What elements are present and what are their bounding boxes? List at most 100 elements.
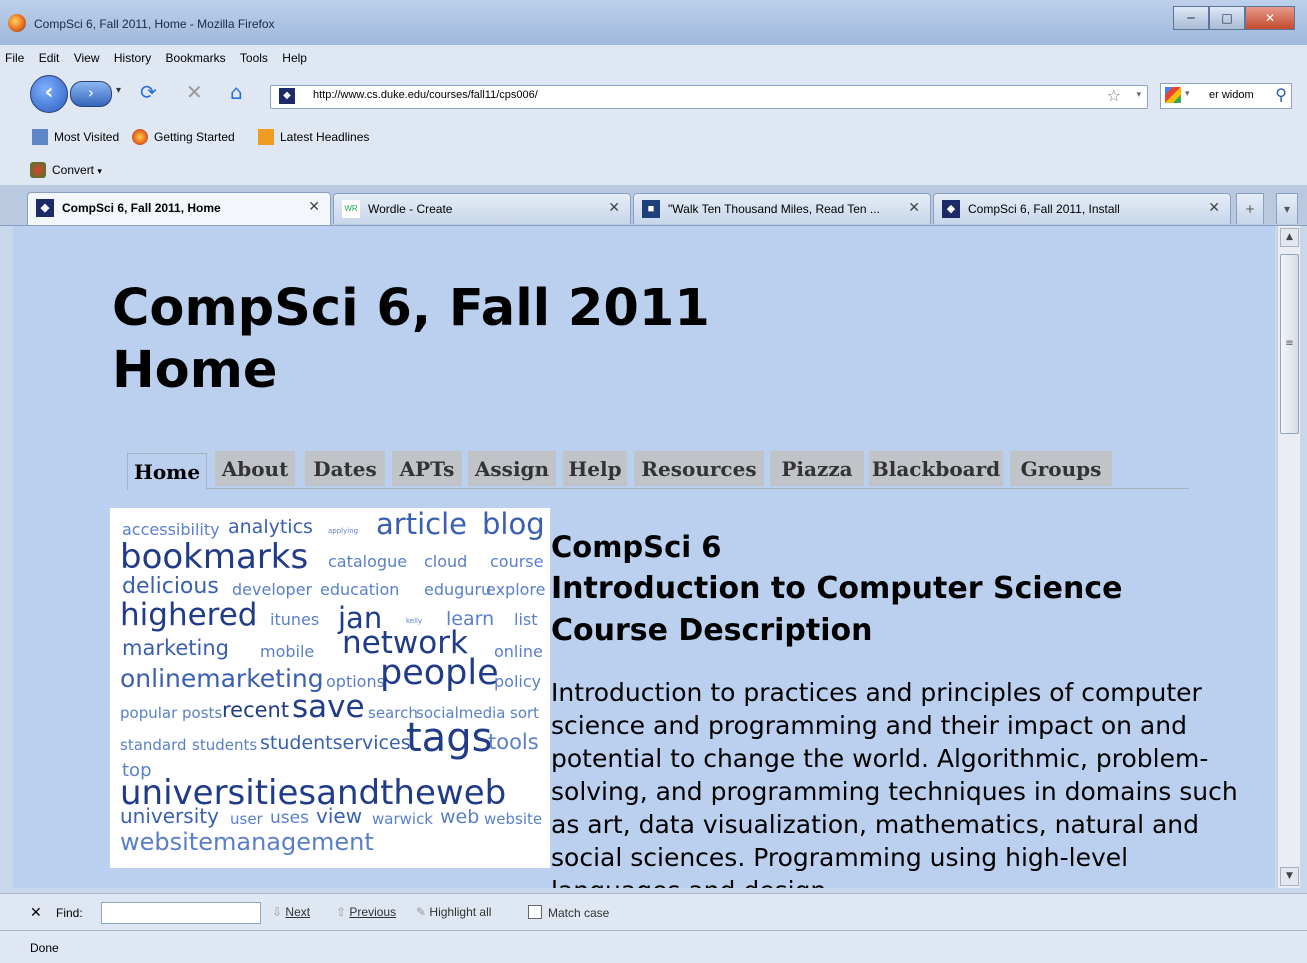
down-arrow-icon: ⇩ bbox=[272, 905, 283, 919]
menu-bar: File Edit View History Bookmarks Tools H… bbox=[0, 45, 1307, 71]
history-dropdown-icon[interactable]: ▾ bbox=[116, 85, 121, 96]
forward-button[interactable]: › bbox=[70, 81, 112, 107]
url-text[interactable]: http://www.cs.duke.edu/courses/fall11/cp… bbox=[313, 89, 538, 101]
wordle-word: applying bbox=[328, 527, 359, 535]
back-button[interactable]: ‹ bbox=[30, 75, 68, 113]
wordle-word: options bbox=[326, 672, 385, 691]
menu-view[interactable]: View bbox=[74, 51, 100, 65]
menu-help[interactable]: Help bbox=[282, 51, 307, 65]
tab-label: CompSci 6, Fall 2011, Install bbox=[968, 202, 1120, 216]
wordle-word: developer bbox=[232, 580, 313, 599]
close-find-icon[interactable]: ✕ bbox=[30, 904, 42, 921]
site-nav-tabs: Home About Dates APTs Assign Help Resour… bbox=[127, 451, 1189, 490]
nav-tab-dates[interactable]: Dates bbox=[305, 451, 385, 486]
nav-tab-groups[interactable]: Groups bbox=[1010, 451, 1112, 486]
back-forward-group: ‹ › ▾ bbox=[30, 75, 126, 113]
rss-feed-icon bbox=[258, 129, 274, 145]
scroll-thumb[interactable]: ≡ bbox=[1280, 254, 1299, 434]
bookmark-label: Most Visited bbox=[54, 130, 120, 144]
scroll-up-icon[interactable]: ▲ bbox=[1280, 228, 1299, 247]
minimize-button[interactable]: ─ bbox=[1173, 6, 1209, 30]
search-input[interactable]: er widom bbox=[1209, 89, 1254, 101]
find-next-button[interactable]: ⇩ Next bbox=[272, 905, 310, 919]
wordle-word: list bbox=[514, 610, 538, 629]
nav-tab-piazza[interactable]: Piazza bbox=[770, 451, 864, 486]
heading-line1: CompSci 6 bbox=[551, 530, 722, 564]
tab-compsci-home[interactable]: ◆ CompSci 6, Fall 2011, Home ✕ bbox=[27, 192, 331, 225]
bookmark-star-icon[interactable]: ☆ bbox=[1107, 86, 1121, 105]
menu-edit[interactable]: Edit bbox=[39, 51, 60, 65]
menu-tools[interactable]: Tools bbox=[240, 51, 268, 65]
wordle-word: tags bbox=[406, 715, 493, 761]
title-bar: CompSci 6, Fall 2011, Home - Mozilla Fir… bbox=[0, 0, 1307, 45]
menu-history[interactable]: History bbox=[114, 51, 151, 65]
convert-label: Convert bbox=[52, 163, 95, 177]
address-bar[interactable]: ◆ http://www.cs.duke.edu/courses/fall11/… bbox=[270, 85, 1148, 109]
reload-icon[interactable]: ⟳ bbox=[140, 82, 157, 102]
nav-tab-resources[interactable]: Resources bbox=[634, 451, 764, 486]
wordle-word: studentservices bbox=[260, 732, 411, 754]
wordle-word: analytics bbox=[228, 516, 313, 538]
bookmark-most-visited[interactable]: Most Visited bbox=[32, 129, 119, 145]
wordle-word: online bbox=[494, 642, 543, 661]
duke-favicon-icon: ◆ bbox=[36, 199, 54, 217]
wordle-word: web bbox=[440, 806, 480, 828]
convert-toolbar: Convert ▾ bbox=[0, 153, 1307, 185]
wordle-word: website bbox=[484, 810, 543, 828]
wordle-word: students bbox=[192, 736, 258, 754]
window-controls: ─ □ ✕ bbox=[1173, 6, 1295, 30]
scroll-down-icon[interactable]: ▼ bbox=[1280, 867, 1299, 886]
wordle-word: university bbox=[120, 804, 219, 828]
close-tab-icon[interactable]: ✕ bbox=[308, 198, 320, 215]
new-tab-button[interactable]: + bbox=[1236, 193, 1264, 224]
search-icon[interactable]: ⚲ bbox=[1275, 85, 1287, 104]
find-label: Find: bbox=[56, 906, 83, 920]
wordle-word: view bbox=[316, 804, 363, 828]
close-tab-icon[interactable]: ✕ bbox=[908, 199, 920, 216]
find-input[interactable] bbox=[101, 902, 261, 924]
match-case-checkbox[interactable]: Match case bbox=[528, 905, 609, 920]
bookmark-latest-headlines[interactable]: Latest Headlines bbox=[258, 129, 369, 145]
nav-tab-help[interactable]: Help bbox=[563, 451, 627, 486]
wordle-word: mobile bbox=[260, 642, 315, 661]
stop-icon[interactable]: ✕ bbox=[186, 82, 203, 102]
wordle-word: article bbox=[376, 508, 467, 541]
firefox-icon bbox=[132, 129, 148, 145]
engine-dropdown-icon[interactable]: ▾ bbox=[1185, 89, 1190, 99]
tab-list-dropdown-icon[interactable]: ▾ bbox=[1276, 193, 1298, 224]
tab-compsci-install[interactable]: ◆ CompSci 6, Fall 2011, Install ✕ bbox=[933, 193, 1231, 224]
google-engine-icon[interactable] bbox=[1165, 87, 1181, 103]
tab-strip: ◆ CompSci 6, Fall 2011, Home ✕ WR Wordle… bbox=[0, 185, 1307, 226]
wordle-word: blog bbox=[482, 508, 545, 541]
home-icon[interactable]: ⌂ bbox=[230, 82, 243, 102]
nav-tab-about[interactable]: About bbox=[215, 451, 295, 486]
vertical-scrollbar[interactable]: ▲ ≡ ▼ bbox=[1277, 226, 1300, 888]
close-tab-icon[interactable]: ✕ bbox=[608, 199, 620, 216]
close-tab-icon[interactable]: ✕ bbox=[1208, 199, 1220, 216]
highlight-all-button[interactable]: ✎ Highlight all bbox=[416, 905, 491, 919]
bookmark-getting-started[interactable]: Getting Started bbox=[132, 129, 235, 145]
tab-wordle[interactable]: WR Wordle - Create ✕ bbox=[333, 193, 631, 224]
wordle-word: onlinemarketing bbox=[120, 664, 324, 693]
tab-walk-ten-thousand[interactable]: ■ "Walk Ten Thousand Miles, Read Ten ...… bbox=[633, 193, 931, 224]
convert-button[interactable]: Convert ▾ bbox=[30, 162, 102, 178]
search-box[interactable]: ▾ er widom ⚲ bbox=[1160, 83, 1292, 109]
url-dropdown-icon[interactable]: ▾ bbox=[1136, 90, 1141, 100]
find-previous-button[interactable]: ⇧ Previous bbox=[336, 905, 396, 919]
nav-tab-blackboard[interactable]: Blackboard bbox=[869, 451, 1003, 486]
nav-tab-home[interactable]: Home bbox=[127, 453, 207, 490]
menu-file[interactable]: File bbox=[5, 51, 24, 65]
highlighter-icon: ✎ bbox=[416, 905, 427, 919]
nav-tab-apts[interactable]: APTs bbox=[392, 451, 462, 486]
maximize-button[interactable]: □ bbox=[1209, 6, 1245, 30]
menu-bookmarks[interactable]: Bookmarks bbox=[166, 51, 226, 65]
wordle-word-cloud: accessibility analytics applying article… bbox=[110, 508, 550, 868]
course-heading: CompSci 6 Introduction to Computer Scien… bbox=[551, 526, 1122, 652]
wordle-word: tools bbox=[488, 730, 539, 754]
close-window-button[interactable]: ✕ bbox=[1245, 6, 1295, 30]
page-title: CompSci 6, Fall 2011 Home bbox=[112, 278, 872, 402]
wordle-word: recent bbox=[222, 698, 290, 722]
find-previous-label: Previous bbox=[349, 905, 397, 919]
nav-tab-assign[interactable]: Assign bbox=[468, 451, 556, 486]
window-title: CompSci 6, Fall 2011, Home - Mozilla Fir… bbox=[34, 17, 275, 31]
